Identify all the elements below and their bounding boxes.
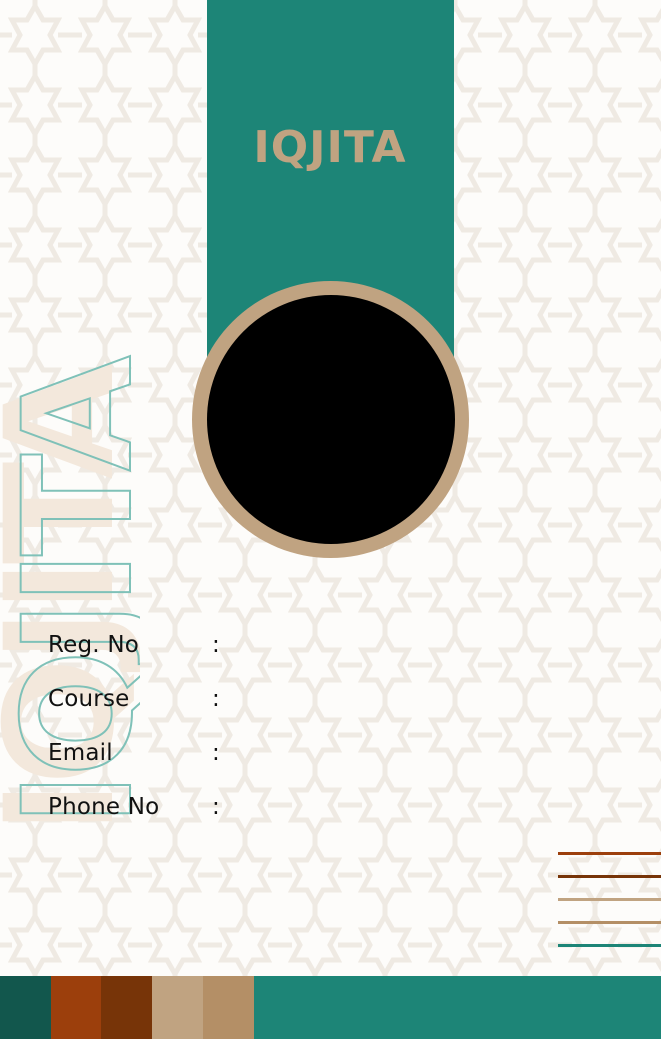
footer-color-bar xyxy=(0,976,661,1039)
field-label: Course xyxy=(48,686,130,712)
color-swatch xyxy=(101,976,152,1039)
decorative-line xyxy=(558,875,661,878)
field-separator: : xyxy=(212,632,220,658)
decorative-line xyxy=(558,898,661,901)
field-label: Email xyxy=(48,740,113,766)
field-label: Phone No xyxy=(48,794,160,820)
field-phone-no: Phone No : xyxy=(48,794,448,824)
color-swatch xyxy=(51,976,101,1039)
photo-placeholder[interactable] xyxy=(207,295,455,544)
field-reg-no: Reg. No : xyxy=(48,632,448,662)
field-separator: : xyxy=(212,740,220,766)
svg-text:IQJITA: IQJITA xyxy=(253,122,406,173)
color-swatch xyxy=(0,976,51,1039)
color-swatch xyxy=(254,976,661,1039)
decorative-line xyxy=(558,852,661,855)
field-separator: : xyxy=(212,794,220,820)
field-separator: : xyxy=(212,686,220,712)
color-swatch xyxy=(152,976,203,1039)
brand-logo: IQJITA xyxy=(253,122,406,173)
field-course: Course : xyxy=(48,686,448,716)
color-swatch xyxy=(203,976,254,1039)
field-label: Reg. No xyxy=(48,632,139,658)
field-email: Email : xyxy=(48,740,448,770)
decorative-line xyxy=(558,921,661,924)
decorative-line xyxy=(558,944,661,947)
